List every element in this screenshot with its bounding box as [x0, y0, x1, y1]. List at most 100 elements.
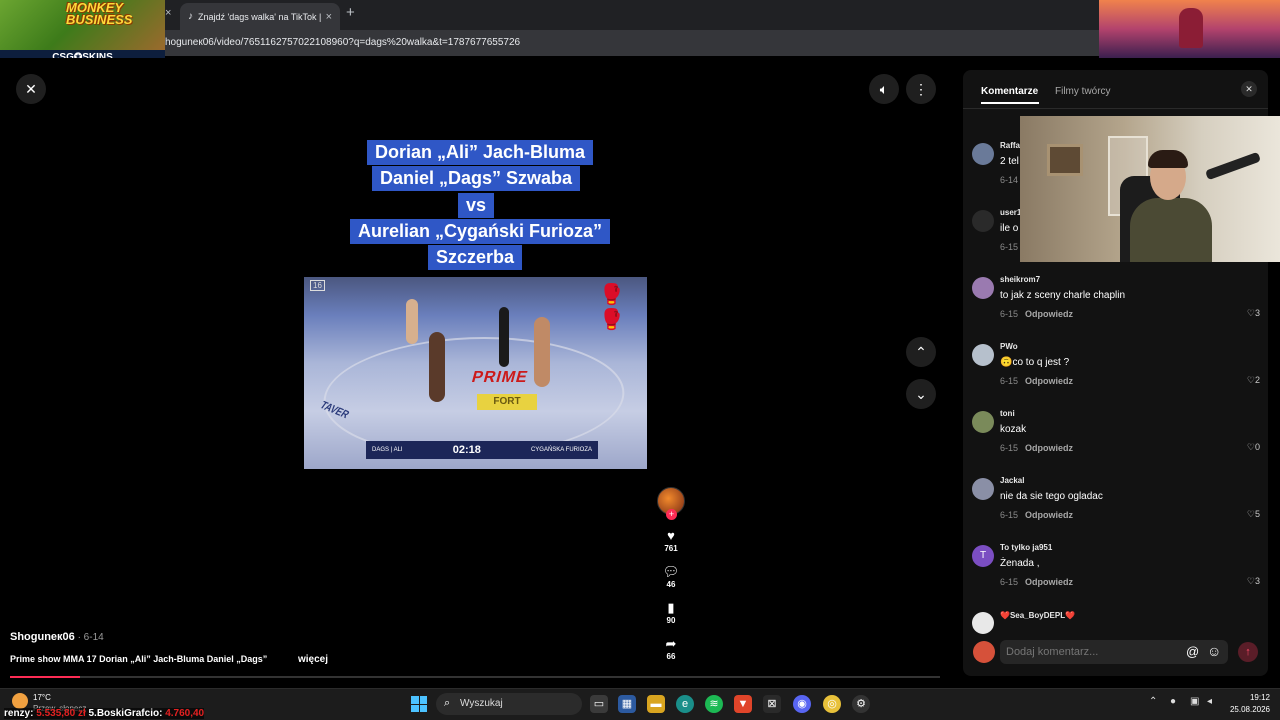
caption-line: vs — [458, 193, 495, 218]
comment-date: 6-15 — [1000, 443, 1019, 453]
commenter-avatar[interactable] — [972, 143, 994, 165]
fighter-figure — [429, 332, 445, 402]
donation-ticker: renzy: 5.535,80 zł 5.BoskiGrafcio: 4.760… — [4, 708, 205, 719]
tab-comments[interactable]: Komentarze — [981, 86, 1038, 97]
reply-link[interactable]: Odpowiedz — [1025, 376, 1073, 386]
reply-link[interactable]: Odpowiedz — [1025, 309, 1073, 319]
task-view-icon[interactable]: ▭ — [590, 695, 608, 713]
comment-like-button[interactable]: ♡0 — [1247, 442, 1260, 453]
spotify-icon[interactable]: ≋ — [705, 695, 723, 713]
follow-plus-icon[interactable]: + — [666, 509, 677, 520]
reply-link[interactable]: Odpowiedz — [1025, 510, 1073, 520]
volume-button[interactable]: 🔈︎ — [869, 74, 899, 104]
clock-date[interactable]: 25.08.2026 — [1222, 705, 1270, 714]
ticker-amount: 5.535,80 zł — [36, 708, 86, 719]
commenter-name[interactable]: Jackal — [1000, 476, 1024, 485]
comment-date: 6-15 — [1000, 510, 1019, 520]
taskbar-search[interactable]: ⌕ Wyszukaj — [436, 693, 582, 715]
save-button[interactable]: ▮ 90 — [656, 600, 686, 625]
microphone-arm — [1204, 151, 1262, 181]
send-comment-button[interactable]: ↑ — [1238, 642, 1258, 662]
chevron-up-icon: ⌃ — [915, 343, 927, 360]
commenter-avatar[interactable]: T — [972, 545, 994, 567]
comment-text: to jak z sceny charle chaplin — [1000, 290, 1126, 301]
close-viewer-button[interactable]: ✕ — [16, 74, 46, 104]
comment-button[interactable]: 💬︎ 46 — [656, 564, 686, 589]
heart-outline-icon: ♡ — [1246, 576, 1255, 586]
comment-like-button[interactable]: ♡3 — [1247, 576, 1260, 587]
more-description-link[interactable]: więcej — [298, 654, 328, 665]
previous-video-button[interactable]: ⌃ — [906, 337, 936, 367]
xbox-icon[interactable]: ⊠ — [763, 695, 781, 713]
floor-sponsor: FORT — [477, 394, 537, 410]
comment-like-button[interactable]: ♡5 — [1247, 509, 1260, 520]
commenter-name[interactable]: sheikrom7 — [1000, 275, 1040, 284]
windows-start-icon[interactable] — [411, 696, 427, 712]
url-text[interactable]: hoguneк06/video/765116275702210896​0?q=d… — [165, 37, 520, 48]
comment-like-count: 0 — [1254, 442, 1260, 452]
commenter-name[interactable]: user1 — [1000, 208, 1021, 217]
commenter-avatar[interactable] — [972, 277, 994, 299]
tiktok-icon: ♪ — [188, 11, 193, 22]
more-options-button[interactable]: ⋮ — [906, 74, 936, 104]
tray-chevron-up-icon[interactable]: ⌃ — [1149, 696, 1157, 707]
edge-icon[interactable]: e — [676, 695, 694, 713]
author-name[interactable]: Shoguneк06 — [10, 631, 75, 643]
brave-icon[interactable]: ▼ — [734, 695, 752, 713]
streamer-hair — [1148, 150, 1188, 168]
like-button[interactable]: ♥ 761 — [656, 528, 686, 553]
commenter-avatar[interactable] — [972, 344, 994, 366]
weather-temperature[interactable]: 17°C — [33, 693, 51, 702]
microphone-icon[interactable]: ● — [1170, 696, 1176, 707]
tab-title: Znajdź 'dags walka' na TikTok | — [198, 11, 322, 22]
new-tab-button[interactable]: + — [346, 4, 355, 21]
previous-tab-close-icon[interactable]: × — [165, 7, 171, 19]
heart-icon: ♥ — [667, 528, 675, 543]
score-right-names: CYGAŃSKA FURIOZA — [530, 447, 592, 453]
share-count: 66 — [666, 652, 676, 661]
commenter-name[interactable]: To tylko ja951 — [1000, 543, 1052, 552]
save-count: 90 — [666, 616, 676, 625]
commenter-name[interactable]: ❤️Sea_BoyDEPL❤️ — [1000, 611, 1075, 620]
commenter-avatar[interactable] — [972, 210, 994, 232]
video-progress-track[interactable] — [10, 676, 940, 678]
close-panel-button[interactable]: ✕ — [1241, 81, 1257, 97]
heart-outline-icon: ♡ — [1246, 375, 1255, 385]
commenter-avatar[interactable] — [972, 612, 994, 634]
commenter-name[interactable]: PWo — [1000, 342, 1018, 351]
close-icon: ✕ — [1245, 84, 1253, 94]
network-icon[interactable]: ▣ — [1190, 696, 1199, 707]
commenter-avatar[interactable] — [972, 478, 994, 500]
reply-link[interactable]: Odpowiedz — [1025, 443, 1073, 453]
weather-sun-icon[interactable] — [12, 693, 28, 709]
current-user-avatar — [973, 641, 995, 663]
browser-tab-tiktok[interactable]: ♪ Znajdź 'dags walka' na TikTok | × — [180, 3, 340, 30]
commenter-avatar[interactable] — [972, 411, 994, 433]
comment-like-button[interactable]: ♡3 — [1247, 308, 1260, 319]
commenter-name[interactable]: Raffa — [1000, 141, 1020, 150]
store-icon[interactable]: ▦ — [618, 695, 636, 713]
comment-text: 2 tel — [1000, 156, 1019, 167]
bookmark-icon: ▮ — [667, 600, 675, 615]
comment-item: T To tylko ja951 Żenada , 6-15 Odpowiedz… — [972, 543, 1262, 605]
heart-outline-icon: ♡ — [1246, 509, 1255, 519]
video-player[interactable]: 16 🥊🥊 PRIME FORT TAVER DAGS | ALI 02:18 … — [304, 277, 647, 469]
tab-close-icon[interactable]: × — [326, 11, 332, 23]
discord-icon[interactable]: ◉ — [793, 695, 811, 713]
mention-icon[interactable]: @ — [1186, 644, 1199, 659]
share-button[interactable]: ➦ 66 — [656, 636, 686, 661]
chrome-icon[interactable]: ◎ — [823, 695, 841, 713]
clock-time[interactable]: 19:12 — [1230, 693, 1270, 702]
comment-like-button[interactable]: ♡2 — [1247, 375, 1260, 386]
active-tab-indicator — [981, 102, 1039, 104]
settings-gear-icon[interactable]: ⚙ — [852, 695, 870, 713]
file-explorer-icon[interactable]: ▬ — [647, 695, 665, 713]
commenter-name[interactable]: toni — [1000, 409, 1015, 418]
comment-date: 6-15 — [1000, 242, 1019, 252]
next-video-button[interactable]: ⌄ — [906, 379, 936, 409]
volume-icon[interactable]: ◂ — [1207, 696, 1212, 707]
tab-creator-videos[interactable]: Filmy twórcy — [1055, 86, 1111, 97]
emoji-icon[interactable]: ☺ — [1207, 643, 1221, 659]
octagon-cage — [313, 337, 635, 457]
reply-link[interactable]: Odpowiedz — [1025, 577, 1073, 587]
